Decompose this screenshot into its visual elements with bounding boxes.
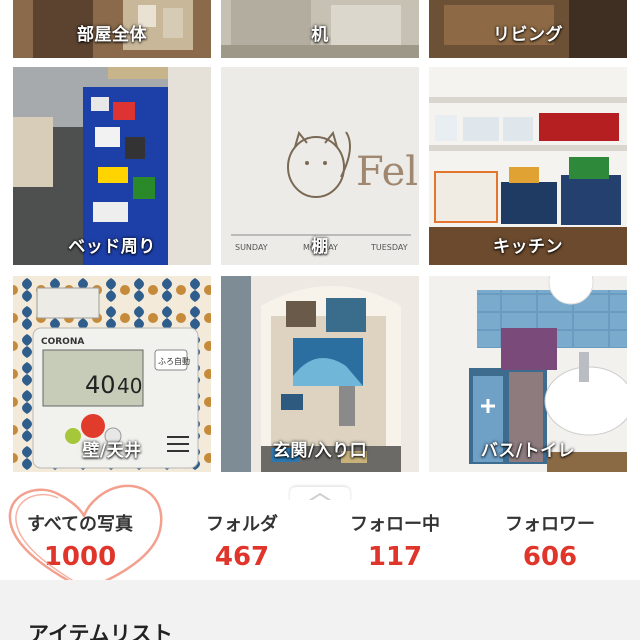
item-list-title: アイテムリスト [28, 622, 173, 640]
folder-tile-shelf[interactable]: Fel SUNDAY MONDAY TUESDAY 棚 [221, 67, 419, 265]
folder-label: リビング [493, 25, 563, 45]
remote-readout: 40 [117, 374, 142, 398]
folder-label: 棚 [311, 237, 329, 257]
folder-tile-bath-toilet[interactable]: バス/トイレ [429, 276, 627, 472]
folder-tile-room[interactable]: 部屋全体 [13, 0, 211, 58]
folder-label: キッチン [493, 237, 563, 257]
folder-label: バス/トイレ [480, 441, 576, 461]
sketch-word: Fel [356, 149, 418, 195]
folder-tile-wall-ceiling[interactable]: CORONA 40 40 ふろ自動 壁/天井 [13, 276, 211, 472]
item-list-section: アイテムリスト [0, 580, 640, 640]
menu-icon [167, 436, 189, 452]
folder-tile-desk[interactable]: 机 [221, 0, 419, 58]
folder-label: 机 [311, 25, 329, 45]
folder-tile-entrance[interactable]: 玄関/入り口 [221, 276, 419, 472]
folder-tile-bedside[interactable]: ベッド周り [13, 67, 211, 265]
stat-folders[interactable]: フォルダ 467 [162, 500, 322, 572]
folder-label: 玄関/入り口 [272, 441, 368, 461]
stat-followers[interactable]: フォロワー 606 [470, 500, 630, 572]
folder-tile-kitchen[interactable]: キッチン [429, 67, 627, 265]
profile-stats: すべての写真 1000 フォルダ 467 フォロー中 117 フォロワー 606 [0, 500, 640, 580]
folder-tile-living[interactable]: リビング [429, 0, 627, 58]
stat-value: 117 [367, 542, 423, 572]
remote-button-label: ふろ自動 [158, 356, 190, 366]
stat-label: フォルダ [206, 514, 278, 535]
stat-all-photos[interactable]: すべての写真 1000 [0, 500, 160, 572]
stat-label: すべての写真 [26, 514, 134, 535]
remote-readout: 40 [85, 371, 116, 399]
remote-brand: CORONA [41, 337, 84, 347]
stat-value: 467 [214, 542, 270, 572]
stat-label: フォロー中 [350, 514, 440, 535]
folder-label: 部屋全体 [77, 25, 147, 45]
folder-grid: 部屋全体 机 リビング ベッド周り Fel SUNDAY MONDAY TUES… [0, 0, 640, 472]
stat-following[interactable]: フォロー中 117 [315, 500, 475, 572]
stat-value: 1000 [43, 542, 117, 572]
stat-label: フォロワー [505, 514, 595, 535]
folder-label: ベッド周り [68, 237, 156, 257]
stat-value: 606 [522, 542, 578, 572]
